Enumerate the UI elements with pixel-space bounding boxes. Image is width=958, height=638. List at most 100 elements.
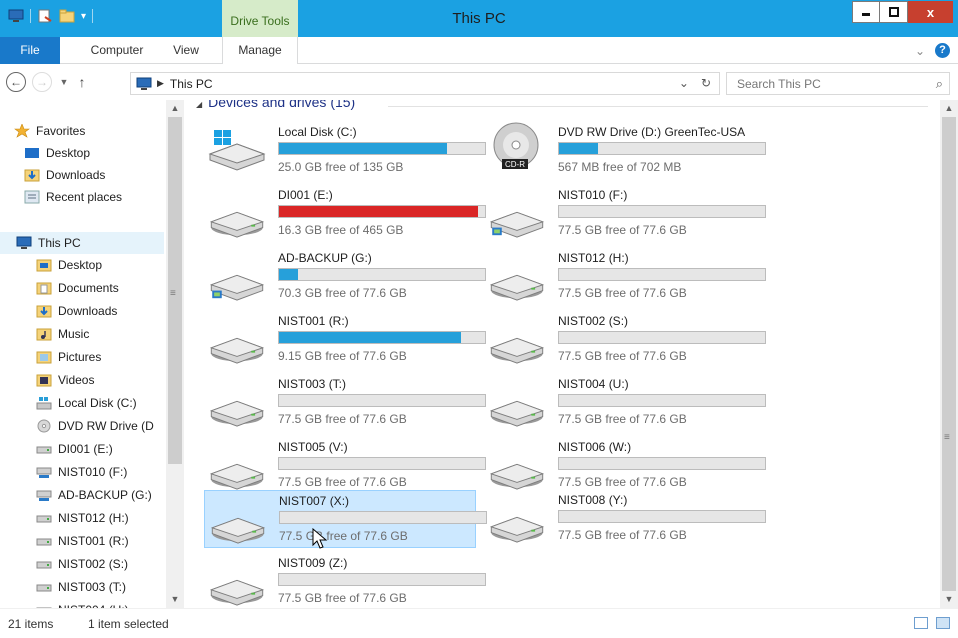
minimize-button[interactable] xyxy=(852,1,880,23)
drive-tile[interactable]: NIST001 (R:) 9.15 GB free of 77.6 GB xyxy=(204,311,486,369)
drive-tile[interactable]: NIST004 (U:) 77.5 GB free of 77.6 GB xyxy=(484,374,766,432)
sidebar-item-pc[interactable]: NIST004 (U:) xyxy=(36,599,129,608)
maximize-button[interactable] xyxy=(880,1,908,23)
address-bar[interactable]: ▶ This PC ⌄ ↻ xyxy=(130,72,720,95)
toolbar-separator xyxy=(92,9,94,23)
tab-file[interactable]: File xyxy=(0,37,60,64)
drive-free-space: 77.5 GB free of 77.6 GB xyxy=(558,223,687,237)
drive-usage-bar xyxy=(278,268,486,281)
drive-usage-bar xyxy=(279,511,487,524)
sidebar-item-pc[interactable]: NIST002 (S:) xyxy=(36,553,128,575)
drive-icon xyxy=(209,400,265,427)
forward-arrow-icon: → xyxy=(36,75,48,89)
drive-tile[interactable]: NIST008 (Y:) 77.5 GB free of 77.6 GB xyxy=(484,490,766,548)
sidebar-item-pc[interactable]: NIST003 (T:) xyxy=(36,576,126,598)
drive-name: DVD RW Drive (D:) GreenTec-USA xyxy=(558,125,746,139)
address-dropdown-icon[interactable]: ⌄ xyxy=(679,76,689,90)
drive-usage-bar xyxy=(558,394,766,407)
nav-scroll-down-icon[interactable]: ▼ xyxy=(166,591,184,608)
large-icons-view-icon[interactable] xyxy=(936,617,950,629)
address-row: ← → ▼ ↑ ▶ This PC ⌄ ↻ Search This PC ⌕ xyxy=(0,64,958,100)
customize-qat-icon[interactable]: ▾ xyxy=(81,11,86,22)
drive-tile[interactable]: AD-BACKUP (G:) 70.3 GB free of 77.6 GB xyxy=(204,248,486,306)
nav-fav-recent-places[interactable]: Recent places xyxy=(24,186,122,208)
recent-locations-button[interactable]: ▼ xyxy=(54,72,74,92)
drive-tile[interactable]: DI001 (E:) 16.3 GB free of 465 GB xyxy=(204,185,486,243)
content-scroll-up-icon[interactable]: ▲ xyxy=(940,100,958,117)
maximize-icon xyxy=(888,7,899,17)
tab-view[interactable]: View xyxy=(166,37,206,64)
navigation-pane: Favorites Desktop Downloads Recent place… xyxy=(0,100,186,608)
sidebar-item-pc[interactable]: NIST010 (F:) xyxy=(36,461,127,483)
sidebar-item-pc[interactable]: NIST001 (R:) xyxy=(36,530,129,552)
expand-ribbon-icon[interactable]: ⌄ xyxy=(915,44,925,58)
sidebar-item-pc[interactable]: NIST012 (H:) xyxy=(36,507,129,529)
drive-tile[interactable]: NIST007 (X:) 77.5 GB free of 77.6 GB xyxy=(204,490,487,548)
drive-free-space: 77.5 GB free of 77.6 GB xyxy=(279,529,408,543)
sidebar-item-pc[interactable]: DI001 (E:) xyxy=(36,438,113,460)
sidebar-item-pc[interactable]: Documents xyxy=(36,277,119,299)
sidebar-item-pc[interactable]: Local Disk (C:) xyxy=(36,392,137,414)
breadcrumb-chevron-icon[interactable]: ▶ xyxy=(157,78,164,89)
details-view-icon[interactable] xyxy=(914,617,928,629)
sidebar-item-pc[interactable]: Pictures xyxy=(36,346,101,368)
collapse-group-icon[interactable]: ◢ xyxy=(196,100,202,109)
drive-tile[interactable]: NIST010 (F:) 77.5 GB free of 77.6 GB xyxy=(484,185,766,243)
properties-icon[interactable] xyxy=(37,9,53,23)
sidebar-item-label: AD-BACKUP (G:) xyxy=(58,488,152,502)
drive-name: DI001 (E:) xyxy=(278,188,333,202)
forward-button[interactable]: → xyxy=(32,72,52,92)
sidebar-item-pc[interactable]: DVD RW Drive (D xyxy=(36,415,154,437)
title-bar: ▾ Drive Tools This PC x xyxy=(0,0,958,37)
nav-fav-desktop[interactable]: Desktop xyxy=(24,142,90,164)
drive-tile[interactable]: Local Disk (C:) 25.0 GB free of 135 GB xyxy=(204,122,486,180)
drive-tile[interactable]: CD-R DVD RW Drive (D:) GreenTec-USA 567 MB… xyxy=(484,122,766,180)
tab-manage[interactable]: Manage xyxy=(222,37,298,64)
nav-fav-downloads[interactable]: Downloads xyxy=(24,164,105,186)
content-scrollbar-thumb[interactable] xyxy=(942,117,956,591)
new-folder-icon[interactable] xyxy=(59,9,75,23)
nav-this-pc[interactable]: This PC xyxy=(0,232,164,254)
sidebar-item-pc[interactable]: Desktop xyxy=(36,254,102,276)
nav-scroll-up-icon[interactable]: ▲ xyxy=(166,100,184,117)
window-title: This PC xyxy=(452,10,506,27)
drive-free-space: 77.5 GB free of 77.6 GB xyxy=(558,412,687,426)
sidebar-item-pc[interactable]: Videos xyxy=(36,369,94,391)
drive-tile[interactable]: NIST005 (V:) 77.5 GB free of 77.6 GB xyxy=(204,437,486,495)
group-header[interactable]: ◢ Devices and drives (15) xyxy=(196,100,355,110)
drive-tile[interactable]: NIST009 (Z:) 77.5 GB free of 77.6 GB xyxy=(204,553,486,608)
refresh-icon[interactable]: ↻ xyxy=(701,76,711,90)
drive-tile[interactable]: NIST003 (T:) 77.5 GB free of 77.6 GB xyxy=(204,374,486,432)
sidebar-item-pc[interactable]: AD-BACKUP (G:) xyxy=(36,484,152,506)
breadcrumb-this-pc[interactable]: This PC xyxy=(170,77,213,91)
nav-favorites[interactable]: Favorites xyxy=(14,120,85,142)
search-icon[interactable]: ⌕ xyxy=(936,76,943,92)
downloads-icon xyxy=(36,305,52,318)
drive-name: NIST004 (U:) xyxy=(558,377,629,391)
drive-icon xyxy=(36,561,52,569)
drive-usage-bar xyxy=(558,510,766,523)
close-button[interactable]: x xyxy=(908,1,953,23)
drive-free-space: 70.3 GB free of 77.6 GB xyxy=(278,286,407,300)
up-button[interactable]: ↑ xyxy=(72,72,92,92)
back-button[interactable]: ← xyxy=(6,72,26,92)
sidebar-item-pc[interactable]: Music xyxy=(36,323,89,345)
content-scroll-down-icon[interactable]: ▼ xyxy=(940,591,958,608)
search-input[interactable]: Search This PC ⌕ xyxy=(726,72,950,95)
drive-tile[interactable]: NIST006 (W:) 77.5 GB free of 77.6 GB xyxy=(484,437,766,495)
tab-computer[interactable]: Computer xyxy=(82,37,152,64)
drive-free-space: 77.5 GB free of 77.6 GB xyxy=(558,528,687,542)
drive-usage-bar xyxy=(278,205,486,218)
help-icon[interactable]: ? xyxy=(935,43,950,58)
drive-tile[interactable]: NIST002 (S:) 77.5 GB free of 77.6 GB xyxy=(484,311,766,369)
drive-usage-bar xyxy=(558,331,766,344)
drive-usage-bar xyxy=(278,457,486,470)
drive-tile[interactable]: NIST012 (H:) 77.5 GB free of 77.6 GB xyxy=(484,248,766,306)
desktop-icon xyxy=(25,148,39,158)
sidebar-item-pc[interactable]: Downloads xyxy=(36,300,117,322)
drive-usage-bar xyxy=(278,573,486,586)
pc-icon[interactable] xyxy=(8,9,24,23)
windows-drive-icon xyxy=(36,397,52,410)
address-controls: ⌄ ↻ xyxy=(679,76,711,90)
drive-usage-bar xyxy=(558,457,766,470)
